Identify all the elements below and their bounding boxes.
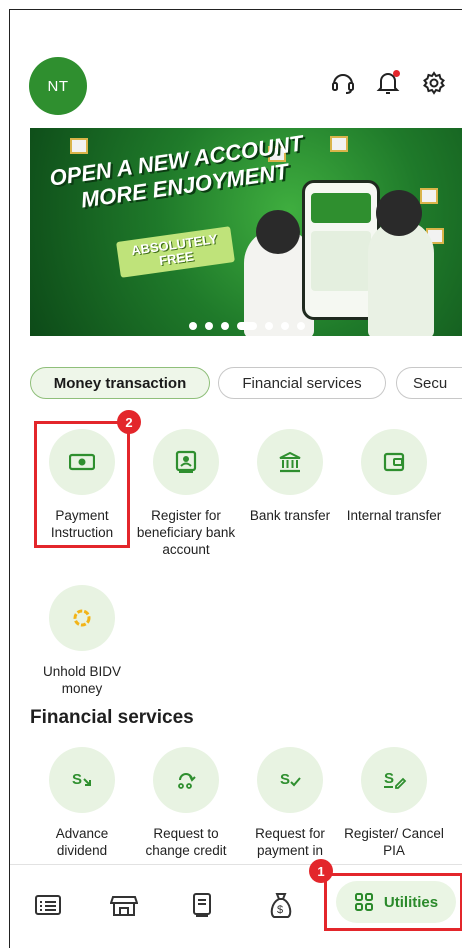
banner-ribbon: ABSOLUTELY FREE — [116, 226, 235, 278]
gear-icon[interactable] — [419, 68, 449, 98]
bottom-navigation: $ Utilities 1 — [10, 859, 462, 948]
unhold-coin-icon — [49, 585, 115, 651]
carousel-indicator[interactable] — [30, 322, 462, 330]
account-card-icon — [153, 429, 219, 495]
money-bag-icon[interactable]: $ — [267, 891, 295, 919]
bank-icon — [257, 429, 323, 495]
tab-label: Money transaction — [53, 374, 187, 392]
change-credit-item[interactable]: Request to change credit — [134, 747, 238, 859]
carousel-dot[interactable] — [204, 322, 213, 330]
carousel-dot[interactable] — [296, 322, 305, 330]
tab-label: Financial services — [242, 374, 362, 392]
tab-money-transaction[interactable]: Money transaction — [30, 367, 210, 399]
tab-financial-services[interactable]: Financial services — [218, 367, 386, 399]
tab-label: Secu — [413, 374, 448, 392]
svg-text:$: $ — [277, 904, 283, 916]
app-screen: NT OPEN A NEW ACCOUNT MORE ENJOYMENT ABS… — [9, 9, 462, 948]
man-head — [376, 190, 422, 236]
promo-banner[interactable]: OPEN A NEW ACCOUNT MORE ENJOYMENT ABSOLU… — [30, 128, 462, 336]
highlight-box-payment-instruction — [34, 421, 130, 548]
svg-text:S: S — [280, 771, 290, 788]
gift-decoration — [420, 188, 438, 204]
list-icon[interactable] — [34, 891, 62, 919]
support-icon[interactable] — [328, 68, 358, 98]
notification-dot — [393, 70, 400, 77]
register-pia-icon: S — [361, 747, 427, 813]
svg-text:S: S — [72, 771, 82, 788]
avatar[interactable]: NT — [29, 57, 87, 115]
avatar-initials: NT — [47, 77, 69, 95]
svg-text:S: S — [384, 770, 394, 787]
gift-decoration — [70, 138, 88, 154]
bank-transfer-item[interactable]: Bank transfer — [238, 429, 342, 524]
item-label: Request for payment in — [255, 826, 325, 858]
highlight-box-utilities — [324, 873, 462, 931]
store-icon[interactable] — [110, 891, 138, 919]
badge-number: 2 — [125, 414, 133, 430]
man-figure — [368, 220, 434, 336]
section-title-financial-services: Financial services — [30, 707, 194, 728]
item-label: Internal transfer — [346, 508, 442, 523]
item-label: Request to change credit — [145, 826, 227, 858]
register-beneficiary-item[interactable]: Register for beneficiary bank account — [134, 429, 238, 558]
carousel-dot[interactable] — [220, 322, 229, 330]
wallet-icon — [361, 429, 427, 495]
payment-request-item[interactable]: S Request for payment in — [238, 747, 342, 859]
change-credit-icon — [153, 747, 219, 813]
dividend-icon: S — [49, 747, 115, 813]
badge-number: 1 — [317, 863, 325, 879]
item-label: Bank transfer — [249, 508, 331, 523]
gift-decoration — [330, 136, 348, 152]
advance-dividend-item[interactable]: S Advance dividend — [30, 747, 134, 859]
carousel-dot-active[interactable] — [236, 322, 257, 330]
item-label: Register/ Cancel PIA — [344, 826, 444, 858]
carousel-dot[interactable] — [280, 322, 289, 330]
item-label: Unhold BIDV money — [42, 664, 122, 696]
step-badge-2: 2 — [117, 410, 141, 434]
woman-head — [256, 210, 300, 254]
item-label: Register for beneficiary bank account — [136, 508, 236, 557]
item-label: Advance dividend — [55, 826, 109, 858]
internal-transfer-item[interactable]: Internal transfer — [342, 429, 446, 524]
unhold-money-item[interactable]: Unhold BIDV money — [30, 585, 134, 697]
carousel-dot[interactable] — [264, 322, 273, 330]
carousel-dot[interactable] — [188, 322, 197, 330]
register-pia-item[interactable]: S Register/ Cancel PIA — [342, 747, 446, 859]
step-badge-1: 1 — [309, 859, 333, 883]
payment-request-icon: S — [257, 747, 323, 813]
bell-icon[interactable] — [373, 68, 403, 98]
tab-securities[interactable]: Secu — [396, 367, 462, 399]
book-icon[interactable] — [188, 891, 216, 919]
